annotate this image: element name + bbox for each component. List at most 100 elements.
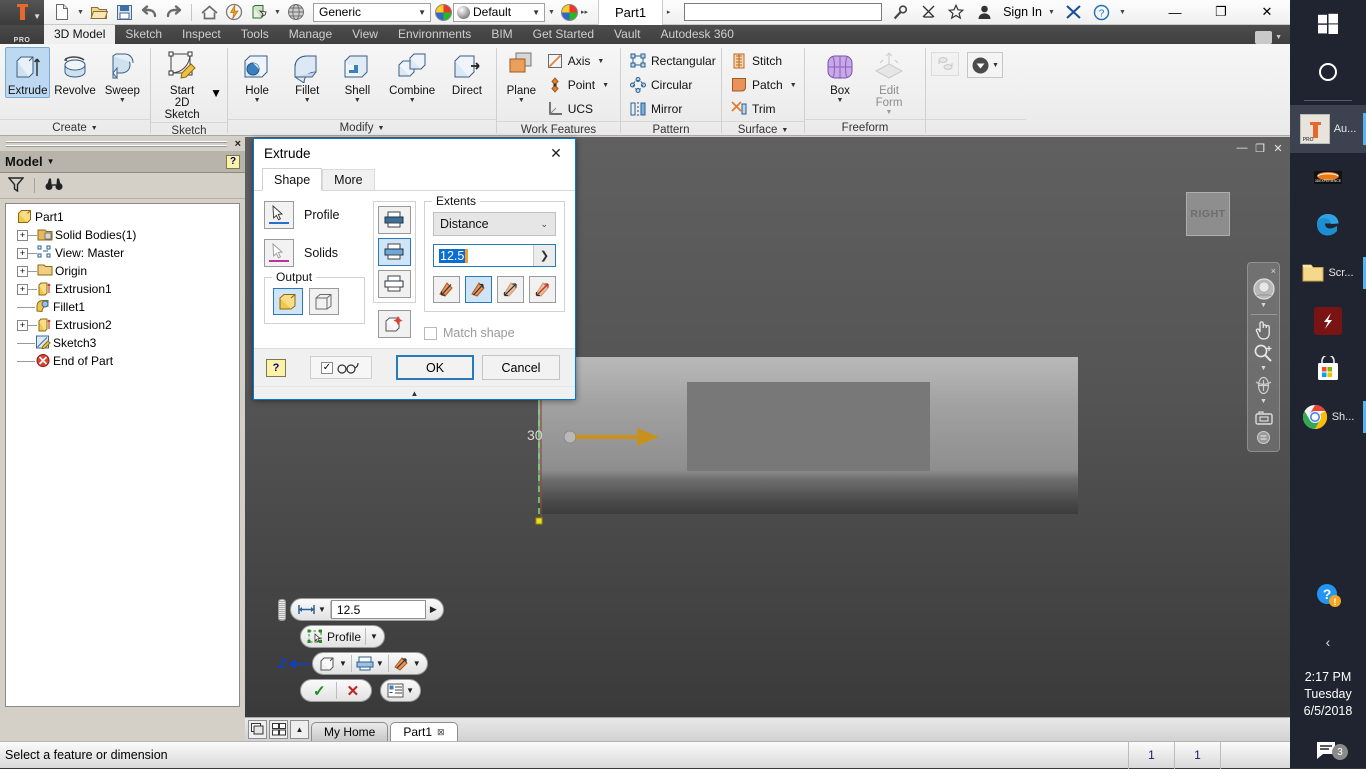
qat-expand[interactable]: ▸▸ — [579, 1, 590, 23]
tree-node-fillet1[interactable]: Fillet1 — [8, 298, 237, 316]
mirror-button[interactable]: Mirror — [626, 97, 722, 121]
tree-node-extrusion1[interactable]: + Extrusion1 — [8, 280, 237, 298]
mini-cancel-button[interactable]: ✕ — [337, 680, 370, 701]
home-view-button[interactable] — [197, 1, 221, 23]
clock[interactable]: 2:17 PM Tuesday 6/5/2018 — [1290, 669, 1366, 720]
panel-title-pattern[interactable]: Pattern — [621, 121, 721, 138]
fillet-button[interactable]: Fillet ▼ — [283, 47, 331, 105]
intersect-operation-button[interactable] — [377, 270, 411, 298]
mini-operation-button[interactable]: ▼ — [352, 653, 388, 674]
tab-tools[interactable]: Tools — [231, 25, 279, 44]
expander-icon[interactable]: + — [17, 247, 28, 259]
chevron-down-icon[interactable]: ▼ — [1260, 302, 1267, 310]
mini-distance-type-button[interactable]: ▼ — [293, 599, 330, 620]
chevron-down-icon[interactable]: ▼ — [304, 97, 311, 104]
tree-node-origin[interactable]: + Origin — [8, 262, 237, 280]
tab-vault[interactable]: Vault — [604, 25, 650, 44]
solid-output-button[interactable] — [273, 288, 303, 315]
tree-node-solid-bodies[interactable]: + Solid Bodies(1) — [8, 226, 237, 244]
chevron-down-icon[interactable]: ▼ — [602, 82, 609, 89]
tab-more[interactable]: More — [322, 169, 375, 190]
view-cube[interactable]: RIGHT — [1186, 192, 1230, 236]
panel-title-modify[interactable]: Modify ▼ — [228, 119, 496, 136]
search-icon[interactable] — [888, 1, 912, 23]
direction-symmetric-button[interactable] — [497, 276, 524, 303]
edge-task[interactable] — [1290, 201, 1366, 249]
parameters-button[interactable]: ▼ — [967, 52, 1003, 78]
match-shape-row[interactable]: Match shape — [424, 326, 565, 340]
appearance-swatch-icon[interactable] — [561, 3, 578, 21]
tab-view[interactable]: View — [342, 25, 388, 44]
axis-button[interactable]: Axis ▼ — [543, 49, 615, 73]
mini-profile-button[interactable]: Profile — [303, 626, 365, 647]
tab-scroll-up-button[interactable]: ▲ — [290, 720, 309, 739]
tree-node-end-of-part[interactable]: End of Part — [8, 352, 237, 370]
chevron-down-icon[interactable]: ▼ — [518, 97, 525, 104]
direction-2-button[interactable] — [465, 276, 492, 303]
cut-operation-button[interactable] — [377, 238, 411, 266]
tab-bim[interactable]: BIM — [481, 25, 522, 44]
patch-button[interactable]: Patch ▼ — [727, 73, 803, 97]
model-tree[interactable]: Part1 + Solid Bodies(1) + View: Master +… — [5, 203, 240, 707]
expander-icon[interactable]: + — [17, 265, 28, 277]
cortana-button[interactable] — [1290, 48, 1366, 96]
document-menu-arrow[interactable]: ▸ — [663, 1, 674, 23]
material-dropdown[interactable]: ▼ — [272, 1, 283, 23]
new-file-dropdown[interactable]: ▼ — [75, 1, 86, 23]
close-button[interactable]: ✕ — [1244, 0, 1290, 25]
solids-select-icon[interactable] — [264, 239, 294, 267]
close-icon[interactable]: × — [235, 138, 241, 150]
chevron-down-icon[interactable]: ▼ — [210, 86, 222, 100]
chevron-down-icon[interactable]: ▼ — [47, 157, 55, 166]
material-select[interactable]: Generic ▼ — [313, 2, 431, 22]
expander-icon[interactable]: + — [17, 319, 28, 331]
expander-icon[interactable]: + — [17, 229, 28, 241]
panel-title-surface[interactable]: Surface ▼ — [722, 121, 804, 138]
orbit-icon[interactable] — [1251, 375, 1277, 396]
extents-type-select[interactable]: Distance ⌄ — [433, 212, 556, 236]
direction-asymmetric-button[interactable] — [529, 276, 556, 303]
color-wheel-icon[interactable] — [435, 3, 452, 21]
chevron-down-icon[interactable]: ▼ — [409, 97, 416, 104]
mini-ok-button[interactable]: ✓ — [303, 680, 336, 701]
point-button[interactable]: Point ▼ — [543, 73, 615, 97]
close-icon[interactable]: ⊠ — [437, 723, 445, 741]
mini-toolbar-grip[interactable] — [278, 598, 286, 621]
direct-button[interactable]: Direct — [443, 47, 491, 98]
tree-node-sketch3[interactable]: Sketch3 — [8, 334, 237, 352]
chevron-down-icon[interactable]: ▼ — [354, 97, 361, 104]
favorites-star-icon[interactable] — [944, 1, 968, 23]
exchange-apps-icon[interactable] — [1061, 1, 1085, 23]
cancel-button[interactable]: Cancel — [482, 355, 560, 380]
mini-output-button[interactable]: ▼ — [315, 653, 351, 674]
nav-options-icon[interactable] — [1257, 431, 1270, 447]
close-icon[interactable]: × — [1271, 266, 1276, 276]
tab-environments[interactable]: Environments — [388, 25, 481, 44]
ribbon-display-icon[interactable] — [1255, 31, 1273, 44]
chevron-down-icon[interactable]: ▼ — [837, 97, 844, 104]
redo-button[interactable] — [162, 1, 186, 23]
preview-checkbox[interactable]: ✓ — [321, 361, 333, 374]
extrude-button[interactable]: Extrude — [5, 47, 51, 98]
chevron-down-icon[interactable]: ▼ — [1260, 398, 1267, 406]
cheetah-task[interactable]: 3DEXPERIENCE — [1290, 153, 1366, 201]
pan-icon[interactable] — [1251, 319, 1277, 340]
join-operation-button[interactable] — [377, 206, 411, 234]
chrome-task[interactable]: Sh... — [1290, 393, 1366, 441]
inventor-task[interactable]: PRO Au... — [1290, 105, 1366, 153]
zoom-icon[interactable] — [1251, 342, 1277, 363]
filter-icon[interactable] — [7, 176, 25, 195]
look-at-icon[interactable] — [1251, 408, 1277, 429]
tab-inspect[interactable]: Inspect — [172, 25, 231, 44]
combine-button[interactable]: Combine ▼ — [383, 47, 440, 105]
mini-direction-button[interactable]: ▼ — [389, 653, 425, 674]
help-tray-icon[interactable]: ? ! — [1290, 582, 1366, 608]
appearance-button[interactable] — [222, 1, 246, 23]
mini-options-menu-button[interactable]: ▼ — [383, 680, 418, 701]
preview-toggle-button[interactable]: ✓ — [310, 356, 372, 379]
browser-grip[interactable]: × — [0, 137, 245, 151]
profile-select-icon[interactable] — [264, 201, 294, 229]
sweep-button[interactable]: Sweep ▼ — [100, 47, 145, 105]
panel-title-create[interactable]: Create ▼ — [0, 119, 150, 136]
tree-node-part1[interactable]: Part1 — [8, 208, 237, 226]
